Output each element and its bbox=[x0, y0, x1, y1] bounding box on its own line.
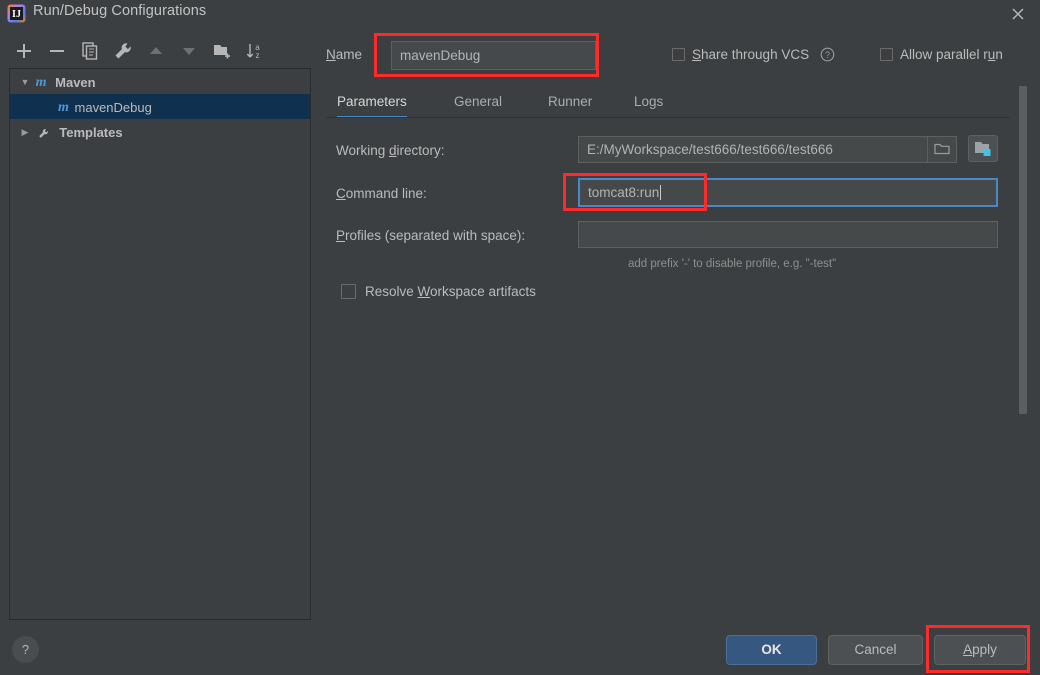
right-pane-scrollbar-thumb[interactable] bbox=[1019, 86, 1027, 414]
profiles-input[interactable] bbox=[578, 221, 998, 248]
configurations-toolbar: a z bbox=[0, 38, 320, 68]
intellij-idea-logo-icon: IJ bbox=[7, 4, 26, 23]
resolve-workspace-artifacts-checkbox[interactable] bbox=[341, 284, 356, 299]
command-line-label: Command line: bbox=[336, 186, 427, 201]
name-label: Name bbox=[326, 47, 363, 62]
tab-general[interactable]: General bbox=[454, 88, 502, 116]
edit-templates-button[interactable] bbox=[110, 38, 136, 64]
copy-configuration-button[interactable] bbox=[77, 38, 103, 64]
tree-node-maven[interactable]: ▼ m Maven bbox=[10, 69, 310, 94]
move-down-button[interactable] bbox=[176, 38, 202, 64]
tree-node-templates[interactable]: ▶ Templates bbox=[10, 119, 310, 144]
working-directory-value: E:/MyWorkspace/test666/test666/test666 bbox=[587, 142, 833, 157]
tree-node-label: mavenDebug bbox=[74, 100, 152, 116]
command-line-input[interactable]: tomcat8:run bbox=[578, 178, 998, 207]
profiles-label: Profiles (separated with space): bbox=[336, 228, 526, 243]
resolve-workspace-artifacts-label: Resolve Workspace artifacts bbox=[365, 284, 536, 299]
working-directory-input[interactable]: E:/MyWorkspace/test666/test666/test666 bbox=[578, 136, 930, 163]
tab-logs[interactable]: Logs bbox=[634, 88, 663, 116]
cancel-button[interactable]: Cancel bbox=[828, 635, 923, 665]
add-configuration-button[interactable] bbox=[11, 38, 37, 64]
allow-parallel-run-checkbox-row[interactable]: Allow parallel run bbox=[880, 47, 1003, 62]
maven-icon: m bbox=[58, 100, 69, 116]
apply-button[interactable]: Apply bbox=[934, 635, 1026, 665]
window-title: Run/Debug Configurations bbox=[33, 3, 207, 19]
name-input[interactable] bbox=[391, 41, 596, 70]
working-directory-label: Working directory: bbox=[336, 143, 445, 158]
allow-parallel-run-label: Allow parallel run bbox=[900, 47, 1003, 62]
svg-text:?: ? bbox=[22, 642, 29, 657]
tab-parameters[interactable]: Parameters bbox=[337, 88, 407, 118]
help-button[interactable]: ? bbox=[12, 636, 39, 663]
name-label-rest: ame bbox=[335, 47, 363, 62]
new-folder-button[interactable] bbox=[209, 38, 235, 64]
share-through-vcs-checkbox-row[interactable]: Share through VCS ? bbox=[672, 47, 835, 62]
tab-label: General bbox=[454, 94, 503, 109]
module-selector-button[interactable] bbox=[968, 135, 998, 162]
svg-text:z: z bbox=[256, 51, 260, 60]
wrench-icon bbox=[36, 124, 51, 139]
maven-icon: m bbox=[35, 75, 47, 91]
text-caret bbox=[660, 185, 662, 200]
profiles-hint: add prefix '-' to disable profile, e.g. … bbox=[628, 258, 837, 270]
question-circle-icon[interactable]: ? bbox=[820, 47, 835, 62]
move-up-button[interactable] bbox=[143, 38, 169, 64]
svg-text:IJ: IJ bbox=[12, 9, 21, 20]
tree-twisty-expanded-icon[interactable]: ▼ bbox=[18, 70, 32, 95]
share-through-vcs-checkbox[interactable] bbox=[672, 48, 685, 61]
working-directory-browse-button[interactable] bbox=[927, 136, 957, 163]
configurations-tree[interactable]: ▼ m Maven m mavenDebug ▶ Templates bbox=[9, 68, 311, 620]
tree-node-maven-debug[interactable]: m mavenDebug bbox=[10, 94, 310, 119]
resolve-workspace-artifacts-row[interactable]: Resolve Workspace artifacts bbox=[341, 284, 536, 299]
close-icon[interactable] bbox=[1008, 4, 1028, 24]
command-line-value: tomcat8:run bbox=[588, 185, 660, 200]
allow-parallel-run-checkbox[interactable] bbox=[880, 48, 893, 61]
tab-label: Logs bbox=[634, 94, 664, 109]
svg-text:?: ? bbox=[825, 50, 830, 60]
tree-node-label: Templates bbox=[59, 125, 123, 141]
remove-configuration-button[interactable] bbox=[44, 38, 70, 64]
tab-label: Parameters bbox=[337, 94, 407, 109]
share-through-vcs-label: Share through VCS bbox=[692, 47, 810, 62]
tab-separator bbox=[326, 117, 1010, 118]
tab-runner[interactable]: Runner bbox=[548, 88, 592, 116]
run-debug-configurations-dialog: IJ Run/Debug Configurations a z ▼ m Mave… bbox=[0, 0, 1040, 675]
tab-label: Runner bbox=[548, 94, 593, 109]
tree-twisty-collapsed-icon[interactable]: ▶ bbox=[18, 120, 32, 145]
title-bar: IJ Run/Debug Configurations bbox=[0, 0, 1040, 27]
ok-button[interactable]: OK bbox=[726, 635, 817, 665]
settings-tabs: Parameters General Runner Logs bbox=[326, 88, 1016, 118]
sort-button[interactable]: a z bbox=[241, 38, 267, 64]
tree-node-label: Maven bbox=[55, 75, 96, 91]
